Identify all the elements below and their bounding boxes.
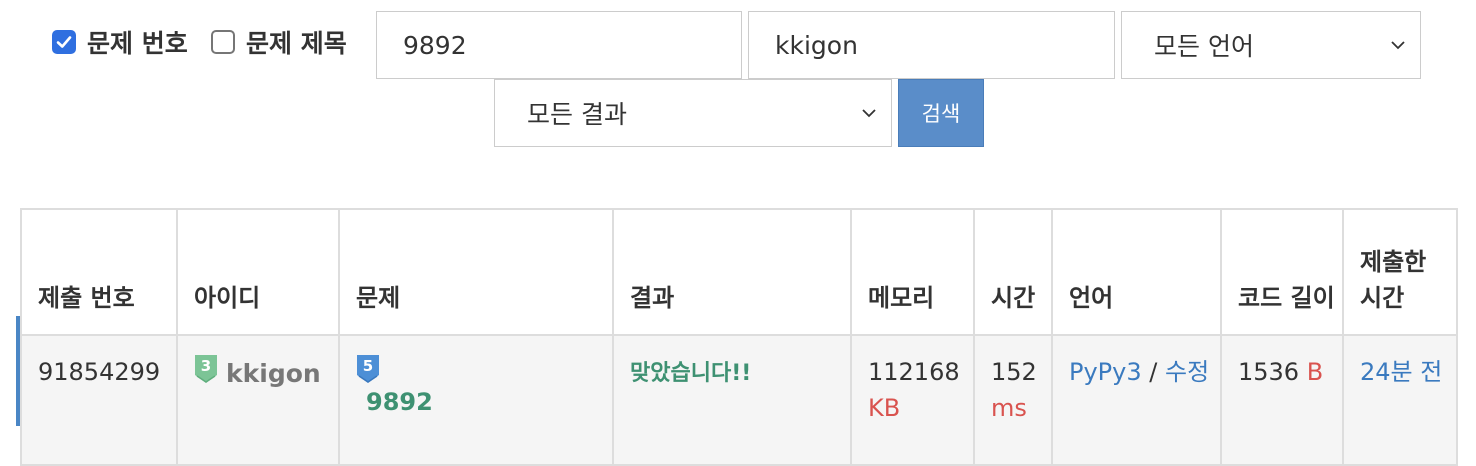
cell-result: 맞았습니다!! bbox=[612, 334, 852, 466]
result-accepted: 맞았습니다!! bbox=[630, 361, 752, 386]
memory-value: 112168 bbox=[868, 358, 960, 386]
problem-tier-badge: 5 bbox=[356, 354, 612, 386]
result-select-value: 모든 결과 bbox=[527, 100, 627, 129]
user-tier-badge: 3 bbox=[194, 354, 218, 394]
header-submitted-at: 제출한 시간 bbox=[1342, 208, 1458, 336]
header-memory: 메모리 bbox=[850, 208, 975, 336]
language-select-value: 모든 언어 bbox=[1154, 32, 1254, 61]
user-id-text: kkigon bbox=[226, 359, 321, 388]
search-button[interactable]: 검색 bbox=[898, 79, 984, 147]
submitted-at-link[interactable]: 24분 전 bbox=[1360, 358, 1442, 386]
user-tier-number: 3 bbox=[201, 357, 211, 375]
code-length-unit: B bbox=[1306, 358, 1324, 386]
tier-badge-icon: 3 bbox=[195, 355, 217, 383]
cell-user: 3 kkigon bbox=[176, 334, 340, 466]
time-value: 152 bbox=[991, 358, 1037, 386]
header-user-id: 아이디 bbox=[176, 208, 340, 336]
problem-id-checkbox-label[interactable]: 문제 번호 bbox=[52, 28, 188, 58]
table-row: 91854299 3 kkigon 5 9892 맞았습니다!! 112168 … bbox=[20, 334, 1458, 466]
cell-code-length: 1536 B bbox=[1220, 334, 1344, 466]
language-separator: / bbox=[1149, 358, 1158, 386]
header-language: 언어 bbox=[1051, 208, 1222, 336]
user-link[interactable]: 3 kkigon bbox=[194, 354, 338, 394]
cell-language: PyPy3 / 수정 bbox=[1051, 334, 1222, 466]
status-table: 제출 번호 아이디 문제 결과 메모리 시간 언어 코드 길이 제출한 시간 9… bbox=[20, 208, 1458, 466]
tier-badge-icon: 5 bbox=[357, 355, 379, 383]
time-unit: ms bbox=[991, 394, 1027, 422]
edit-link[interactable]: 수정 bbox=[1165, 358, 1209, 386]
problem-id-checkbox[interactable] bbox=[52, 30, 76, 54]
chevron-down-icon bbox=[862, 109, 876, 118]
cell-problem: 5 9892 bbox=[338, 334, 614, 466]
problem-id-input[interactable]: 9892 bbox=[376, 11, 742, 79]
checkmark-icon bbox=[56, 36, 72, 48]
problem-title-checkbox[interactable] bbox=[211, 30, 235, 54]
cell-submission-id: 91854299 bbox=[20, 334, 178, 466]
problem-tier-number: 5 bbox=[363, 357, 373, 375]
header-result: 결과 bbox=[612, 208, 852, 336]
user-id-input[interactable]: kkigon bbox=[748, 11, 1115, 79]
cell-memory: 112168 KB bbox=[850, 334, 975, 466]
header-code-length: 코드 길이 bbox=[1220, 208, 1344, 336]
header-time: 시간 bbox=[973, 208, 1053, 336]
problem-title-checkbox-label[interactable]: 문제 제목 bbox=[211, 28, 347, 58]
chevron-down-icon bbox=[1391, 41, 1405, 50]
problem-link[interactable]: 9892 bbox=[356, 384, 612, 420]
language-select[interactable]: 모든 언어 bbox=[1121, 11, 1421, 79]
user-id-input-value: kkigon bbox=[775, 30, 858, 60]
cell-submitted-at: 24분 전 bbox=[1342, 334, 1458, 466]
problem-id-checkbox-text: 문제 번호 bbox=[87, 29, 188, 58]
result-select[interactable]: 모든 결과 bbox=[494, 79, 892, 147]
header-submission-id: 제출 번호 bbox=[20, 208, 178, 336]
search-button-label: 검색 bbox=[921, 102, 961, 126]
cell-time: 152 ms bbox=[973, 334, 1053, 466]
language-link[interactable]: PyPy3 bbox=[1069, 358, 1142, 386]
problem-title-checkbox-text: 문제 제목 bbox=[246, 29, 347, 58]
problem-id-input-value: 9892 bbox=[403, 30, 467, 60]
code-length-value: 1536 bbox=[1238, 358, 1300, 386]
memory-unit: KB bbox=[868, 394, 901, 422]
header-problem: 문제 bbox=[338, 208, 614, 336]
table-header-row: 제출 번호 아이디 문제 결과 메모리 시간 언어 코드 길이 제출한 시간 bbox=[20, 208, 1458, 336]
